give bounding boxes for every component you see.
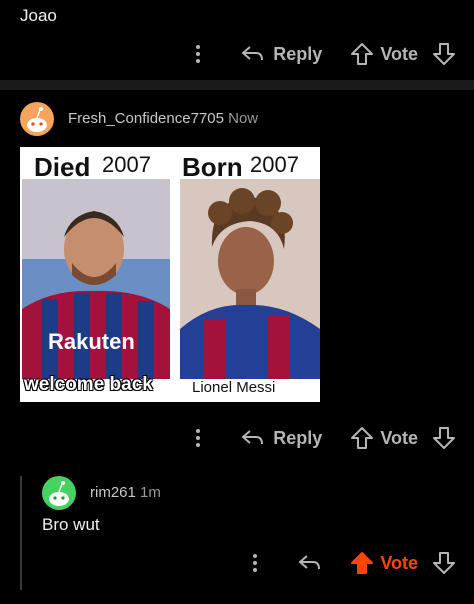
more-vertical-icon: [196, 45, 201, 63]
upvote-arrow-icon[interactable]: [350, 42, 374, 66]
username[interactable]: rim261: [90, 484, 136, 501]
comment-text: Bro wut: [42, 515, 100, 534]
more-options-button[interactable]: [240, 553, 270, 573]
downvote-arrow-icon[interactable]: [432, 42, 456, 66]
meme-right-year: 2007: [250, 152, 299, 177]
upvote-arrow-icon[interactable]: [350, 551, 374, 575]
more-options-button[interactable]: [183, 428, 213, 448]
reply-label: Reply: [273, 427, 323, 448]
reply-arrow-icon: [298, 555, 321, 570]
comment-actions: Reply Vote: [183, 42, 456, 66]
reply-label: Reply: [273, 43, 323, 64]
comment-actions: Reply Vote: [183, 426, 456, 450]
snoo-avatar-icon: [49, 481, 69, 506]
more-vertical-icon: [196, 429, 201, 447]
comment-text: Joao: [20, 6, 57, 25]
vote-control: Vote: [350, 42, 456, 66]
thread-line[interactable]: [20, 476, 22, 590]
comment-actions: Vote: [240, 551, 456, 575]
timestamp: Now: [228, 110, 259, 127]
reply-button[interactable]: Reply: [241, 428, 322, 449]
timestamp: 1m: [140, 484, 161, 501]
avatar[interactable]: [20, 102, 54, 136]
avatar[interactable]: [42, 476, 76, 510]
reply-arrow-icon: [241, 430, 264, 445]
reply-arrow-icon: [241, 46, 264, 61]
comment-meta: Fresh_Confidence7705 Now: [68, 110, 258, 127]
reply-button[interactable]: [298, 553, 322, 573]
username[interactable]: Fresh_Confidence7705: [68, 110, 224, 127]
meme-right-caption: Lionel Messi: [192, 379, 276, 396]
vote-control: Vote: [350, 426, 456, 450]
more-options-button[interactable]: [183, 44, 213, 64]
comment-1: Joao Reply Vote: [0, 0, 474, 80]
meme-left-caption: welcome back: [24, 374, 153, 395]
meme-left-year: 2007: [102, 152, 151, 177]
more-vertical-icon: [253, 554, 258, 572]
vote-label: Vote: [380, 43, 418, 64]
vote-control: Vote: [350, 551, 456, 575]
jersey-sponsor-text: Rakuten: [48, 329, 135, 354]
downvote-arrow-icon[interactable]: [432, 426, 456, 450]
comment-separator: [0, 80, 474, 90]
right-photo-graphic: [180, 179, 320, 379]
meme-image[interactable]: Died 2007 Born 2007 Rakuten welcome back…: [20, 147, 320, 402]
upvote-arrow-icon[interactable]: [350, 426, 374, 450]
downvote-arrow-icon[interactable]: [432, 551, 456, 575]
snoo-avatar-icon: [27, 107, 47, 132]
vote-label: Vote: [380, 552, 418, 573]
comment-meta: rim261 1m: [90, 484, 161, 501]
vote-label: Vote: [380, 427, 418, 448]
right-photo: [180, 179, 320, 379]
left-photo: Rakuten: [22, 179, 170, 379]
reply-button[interactable]: Reply: [241, 44, 322, 65]
